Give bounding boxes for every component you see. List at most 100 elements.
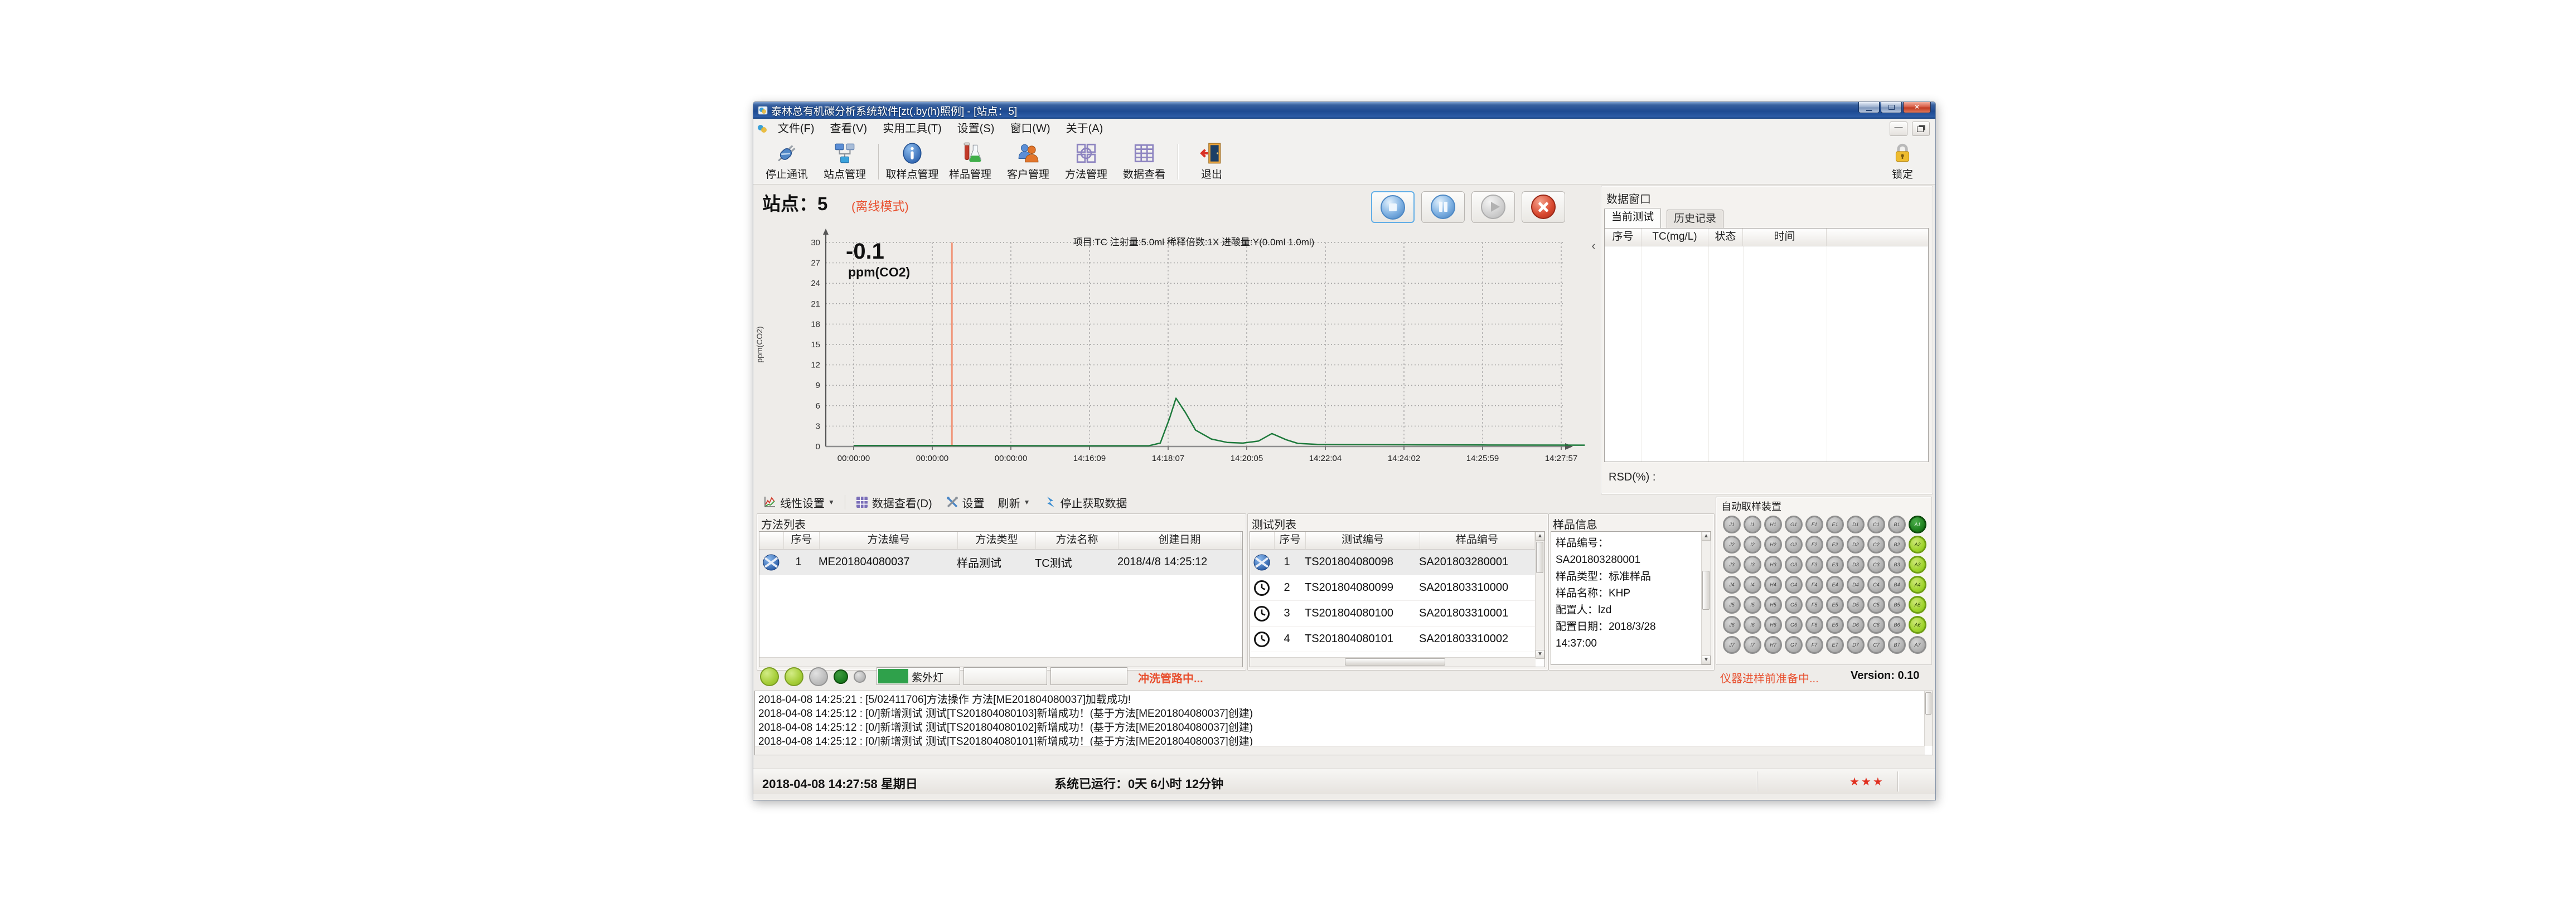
sampler-vial-I6[interactable]: I6: [1744, 616, 1761, 634]
test-list-hscrollbar[interactable]: [1250, 657, 1536, 667]
menu-item[interactable]: 设置(S): [950, 119, 1003, 138]
sampler-vial-J5[interactable]: J5: [1723, 596, 1741, 614]
sampler-vial-H2[interactable]: H2: [1764, 536, 1782, 554]
minimize-button[interactable]: ▁: [1858, 102, 1880, 113]
sampler-vial-A3[interactable]: A3: [1909, 556, 1926, 574]
log-vthumb[interactable]: [1925, 692, 1931, 715]
toolbar-button[interactable]: 站点管理: [816, 140, 874, 183]
sampler-vial-A7[interactable]: A7: [1909, 636, 1926, 654]
column-header[interactable]: 序号: [1275, 532, 1306, 549]
collapse-panel-button[interactable]: ‹: [1589, 238, 1599, 255]
scroll-down-icon[interactable]: ▼: [1702, 656, 1711, 664]
sampler-vial-F2[interactable]: F2: [1805, 536, 1823, 554]
scroll-up-icon[interactable]: ▲: [1536, 532, 1544, 541]
table-row[interactable]: 3TS201804080100SA201803310001: [1250, 601, 1536, 627]
sampler-vial-D5[interactable]: D5: [1847, 596, 1865, 614]
table-row[interactable]: 1ME201804080037样品测试TC测试2018/4/8 14:25:12: [759, 550, 1242, 575]
toolbar-button[interactable]: 退出: [1183, 140, 1241, 183]
table-row[interactable]: 1TS201804080098SA201803280001: [1250, 550, 1536, 575]
sampler-vial-D2[interactable]: D2: [1847, 536, 1865, 554]
sampler-vial-A6[interactable]: A6: [1909, 616, 1926, 634]
data-window-table-body[interactable]: [1605, 246, 1928, 462]
sampler-vial-B7[interactable]: B7: [1888, 636, 1906, 654]
sampler-vial-G4[interactable]: G4: [1785, 576, 1803, 594]
sampler-vial-I3[interactable]: I3: [1744, 556, 1761, 574]
column-header[interactable]: 样品编号: [1420, 532, 1534, 549]
sampler-vial-C4[interactable]: C4: [1867, 576, 1885, 594]
column-header[interactable]: 创建日期: [1118, 532, 1241, 549]
chart-toolbar-button[interactable]: 停止获取数据: [1038, 493, 1133, 512]
method-list-hscrollbar[interactable]: [759, 657, 1242, 667]
sampler-vial-B4[interactable]: B4: [1888, 576, 1906, 594]
sampler-vial-E6[interactable]: E6: [1826, 616, 1844, 634]
sampler-vial-C7[interactable]: C7: [1867, 636, 1885, 654]
sampler-vial-B1[interactable]: B1: [1888, 516, 1906, 533]
column-header[interactable]: 方法编号: [820, 532, 958, 549]
sampler-vial-A5[interactable]: A5: [1909, 596, 1926, 614]
menu-item[interactable]: 文件(F): [770, 119, 822, 138]
sampler-vial-J3[interactable]: J3: [1723, 556, 1741, 574]
sampler-vial-F3[interactable]: F3: [1805, 556, 1823, 574]
sampler-vial-J1[interactable]: J1: [1723, 516, 1741, 533]
sampler-vial-H3[interactable]: H3: [1764, 556, 1782, 574]
toolbar-button[interactable]: 样品管理: [941, 140, 999, 183]
column-header[interactable]: 序号: [1605, 229, 1642, 246]
sampler-vial-J2[interactable]: J2: [1723, 536, 1741, 554]
sampler-vial-J7[interactable]: J7: [1723, 636, 1741, 654]
sampler-vial-H4[interactable]: H4: [1764, 576, 1782, 594]
chart-toolbar-button[interactable]: 设置: [940, 493, 990, 512]
sampler-vial-D4[interactable]: D4: [1847, 576, 1865, 594]
sampler-vial-F7[interactable]: F7: [1805, 636, 1823, 654]
column-header[interactable]: 方法名称: [1036, 532, 1118, 549]
close-button[interactable]: ×: [1903, 102, 1931, 113]
sampler-vial-A1[interactable]: A1: [1909, 516, 1926, 533]
lock-button[interactable]: 锁定: [1878, 140, 1926, 182]
scroll-up-icon[interactable]: ▲: [1702, 532, 1711, 541]
toolbar-button[interactable]: 数据查看: [1115, 140, 1173, 183]
toolbar-button[interactable]: 方法管理: [1057, 140, 1115, 183]
sampler-vial-G2[interactable]: G2: [1785, 536, 1803, 554]
mdi-restore-button[interactable]: [1912, 122, 1930, 136]
sampler-vial-H7[interactable]: H7: [1764, 636, 1782, 654]
column-header[interactable]: 方法类型: [958, 532, 1036, 549]
sampler-vial-F1[interactable]: F1: [1805, 516, 1823, 533]
toolbar-button[interactable]: 停止通讯: [758, 140, 816, 183]
table-row[interactable]: 4TS201804080101SA201803310002: [1250, 627, 1536, 652]
test-list-vthumb[interactable]: [1536, 542, 1543, 573]
sampler-vial-E3[interactable]: E3: [1826, 556, 1844, 574]
cancel-button[interactable]: [1522, 191, 1565, 223]
menu-item[interactable]: 窗口(W): [1002, 119, 1058, 138]
column-header[interactable]: 状态: [1708, 229, 1743, 246]
sampler-vial-F5[interactable]: F5: [1805, 596, 1823, 614]
sampler-vial-I1[interactable]: I1: [1744, 516, 1761, 533]
log-hscrollbar[interactable]: [755, 746, 1925, 755]
sampler-vial-H1[interactable]: H1: [1764, 516, 1782, 533]
sampler-vial-E4[interactable]: E4: [1826, 576, 1844, 594]
column-header[interactable]: 时间: [1743, 229, 1827, 246]
sampler-vial-I7[interactable]: I7: [1744, 636, 1761, 654]
sampler-vial-F6[interactable]: F6: [1805, 616, 1823, 634]
sampler-vial-C5[interactable]: C5: [1867, 596, 1885, 614]
sampler-vial-C1[interactable]: C1: [1867, 516, 1885, 533]
sampler-vial-I2[interactable]: I2: [1744, 536, 1761, 554]
tab-history[interactable]: 历史记录: [1667, 210, 1723, 228]
sampler-vial-G1[interactable]: G1: [1785, 516, 1803, 533]
column-header[interactable]: 序号: [784, 532, 820, 549]
sampler-vial-E5[interactable]: E5: [1826, 596, 1844, 614]
chart-toolbar-button[interactable]: 刷新▼: [992, 493, 1036, 512]
sampler-vial-D6[interactable]: D6: [1847, 616, 1865, 634]
sampler-vial-E7[interactable]: E7: [1826, 636, 1844, 654]
pause-button[interactable]: [1421, 191, 1465, 223]
sampler-vial-A4[interactable]: A4: [1909, 576, 1926, 594]
test-list-vscrollbar[interactable]: ▲ ▼: [1535, 532, 1544, 659]
sampler-vial-F4[interactable]: F4: [1805, 576, 1823, 594]
sampler-vial-G5[interactable]: G5: [1785, 596, 1803, 614]
sample-info-vscrollbar[interactable]: ▲ ▼: [1701, 532, 1711, 664]
sampler-vial-I5[interactable]: I5: [1744, 596, 1761, 614]
sampler-vial-H6[interactable]: H6: [1764, 616, 1782, 634]
sampler-vial-G6[interactable]: G6: [1785, 616, 1803, 634]
tab-current-test[interactable]: 当前测试: [1604, 208, 1661, 228]
chart-toolbar-button[interactable]: 线性设置▼: [758, 493, 840, 512]
column-header[interactable]: TC(mg/L): [1642, 229, 1708, 246]
sampler-vial-B6[interactable]: B6: [1888, 616, 1906, 634]
